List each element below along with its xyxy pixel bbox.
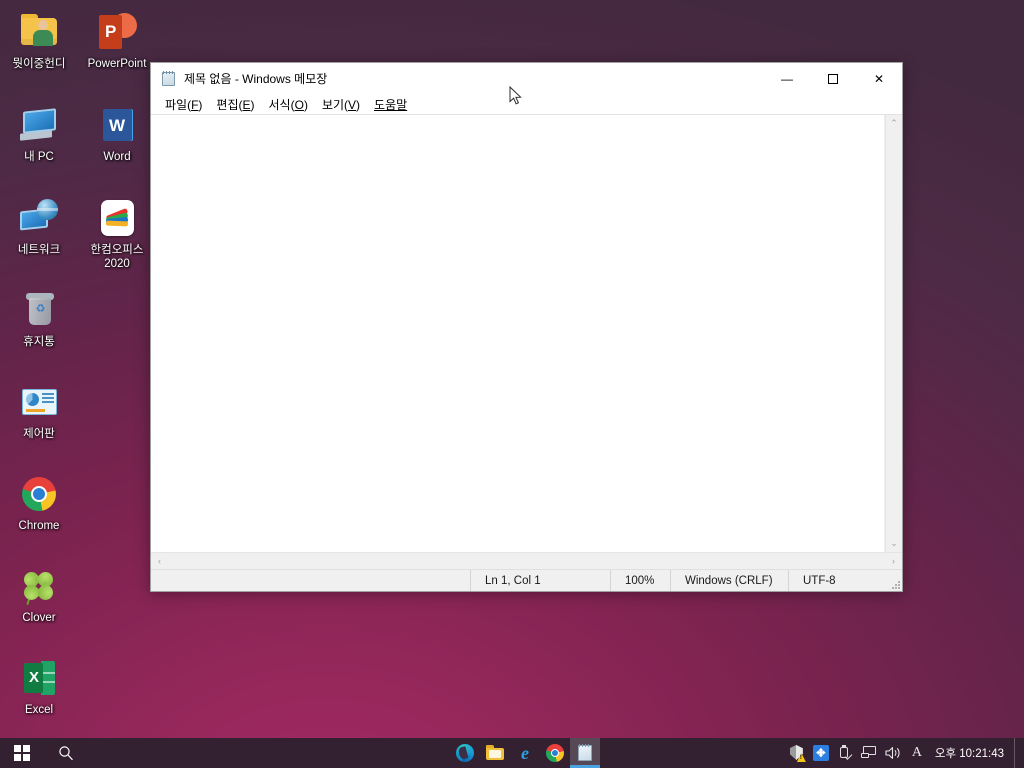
notepad-titlebar[interactable]: 제목 없음 - Windows 메모장 — ✕ <box>151 63 902 94</box>
arrow-pointer-icon <box>509 86 523 106</box>
status-encoding: UTF-8 <box>788 570 888 591</box>
minimize-button[interactable]: — <box>764 63 810 94</box>
control-panel-icon <box>17 380 61 424</box>
taskbar-app-edge[interactable] <box>450 738 480 768</box>
desktop-icon-label: 한컴오피스 2020 <box>78 243 156 271</box>
desktop-icon-label: 뭣이중헌디 <box>0 57 78 71</box>
tray-network-button[interactable] <box>857 738 881 768</box>
desktop-icon-label: 휴지통 <box>0 335 78 349</box>
notepad-statusbar: Ln 1, Col 1 100% Windows (CRLF) UTF-8 <box>151 569 902 591</box>
desktop-icon-recycle-bin[interactable]: 휴지통 <box>0 282 78 353</box>
resize-grip[interactable] <box>888 570 902 591</box>
taskbar[interactable]: e ✥ <box>0 738 1024 768</box>
notepad-icon <box>576 744 594 762</box>
desktop-icon-my-pc[interactable]: 내 PC <box>0 97 78 168</box>
notepad-menubar[interactable]: 파일(F) 편집(E) 서식(O) 보기(V) 도움말 <box>151 94 902 115</box>
desktop-icon-label: Clover <box>0 611 78 625</box>
hancom-office-icon <box>95 196 139 240</box>
desktop-icon-chrome[interactable]: Chrome <box>0 466 78 537</box>
chrome-icon <box>17 472 61 516</box>
desktop-icon-column-left: 뭣이중헌디 내 PC 네트워크 휴지통 <box>0 4 78 768</box>
windows-logo-icon <box>14 745 30 761</box>
usb-eject-icon <box>837 746 852 761</box>
status-line-ending: Windows (CRLF) <box>670 570 788 591</box>
taskbar-app-notepad[interactable] <box>570 738 600 768</box>
chrome-icon <box>546 744 564 762</box>
status-zoom-level: 100% <box>610 570 670 591</box>
mouse-cursor <box>509 86 523 106</box>
desktop-icon-powerpoint[interactable]: PowerPoint <box>78 4 156 75</box>
system-tray: ✥ A 오후 10 <box>785 738 1024 768</box>
taskbar-search-button[interactable] <box>44 738 88 768</box>
notepad-icon <box>161 71 177 87</box>
desktop-icon-label: Chrome <box>0 519 78 533</box>
window-controls: — ✕ <box>764 63 902 94</box>
status-cursor-position: Ln 1, Col 1 <box>470 570 610 591</box>
scroll-up-arrow-icon[interactable]: ⌃ <box>886 115 903 132</box>
desktop-icon-label: 내 PC <box>0 150 78 164</box>
tray-security-button[interactable] <box>785 738 809 768</box>
menu-view[interactable]: 보기(V) <box>315 95 367 114</box>
tray-bluetooth-button[interactable]: ✥ <box>809 738 833 768</box>
tray-volume-button[interactable] <box>881 738 905 768</box>
ime-indicator-icon: A <box>912 746 922 760</box>
maximize-icon <box>828 74 838 84</box>
desktop-icon-control-panel[interactable]: 제어판 <box>0 374 78 445</box>
start-button[interactable] <box>0 738 44 768</box>
scroll-left-arrow-icon[interactable]: ‹ <box>151 553 168 570</box>
desktop-icon-label: Excel <box>0 703 78 717</box>
edge-icon <box>456 744 474 762</box>
vertical-scrollbar[interactable]: ⌃ ⌄ <box>885 115 902 552</box>
volume-icon <box>885 746 901 760</box>
security-shield-icon <box>789 745 805 761</box>
taskbar-app-file-explorer[interactable] <box>480 738 510 768</box>
notepad-editor-area: ⌃ ⌄ <box>151 115 902 552</box>
desktop-icon-label: 네트워크 <box>0 243 78 257</box>
tray-usb-eject-button[interactable] <box>833 738 857 768</box>
desktop[interactable]: 뭣이중헌디 내 PC 네트워크 휴지통 <box>0 0 1024 768</box>
desktop-icon-hancom-office[interactable]: 한컴오피스 2020 <box>78 190 156 275</box>
my-pc-icon <box>17 103 61 147</box>
desktop-icon-label: 제어판 <box>0 427 78 441</box>
excel-icon <box>17 656 61 700</box>
scroll-right-arrow-icon[interactable]: › <box>885 553 902 570</box>
folder-user-icon <box>17 10 61 54</box>
desktop-icon-column-right: PowerPoint Word 한컴오피스 2020 <box>78 4 156 275</box>
search-icon <box>58 745 74 761</box>
window-title: 제목 없음 - Windows 메모장 <box>184 70 764 87</box>
horizontal-scrollbar[interactable]: ‹ › <box>151 552 902 569</box>
statusbar-spacer <box>151 570 470 591</box>
tray-ime-button[interactable]: A <box>905 738 929 768</box>
close-button[interactable]: ✕ <box>856 63 902 94</box>
recycle-bin-icon <box>17 288 61 332</box>
network-icon <box>861 746 877 760</box>
word-icon <box>95 103 139 147</box>
desktop-icon-clover[interactable]: Clover <box>0 558 78 629</box>
powerpoint-icon <box>95 10 139 54</box>
desktop-icon-word[interactable]: Word <box>78 97 156 168</box>
desktop-icon-label: Word <box>78 150 156 164</box>
clover-icon <box>17 564 61 608</box>
desktop-icon-folder-user[interactable]: 뭣이중헌디 <box>0 4 78 75</box>
file-explorer-icon <box>486 744 504 762</box>
menu-file[interactable]: 파일(F) <box>158 95 209 114</box>
menu-help[interactable]: 도움말 <box>367 95 414 114</box>
desktop-icon-label: PowerPoint <box>78 57 156 71</box>
taskbar-app-buttons: e <box>450 738 600 768</box>
maximize-button[interactable] <box>810 63 856 94</box>
taskbar-clock[interactable]: 오후 10:21:43 <box>929 738 1014 768</box>
taskbar-app-chrome[interactable] <box>540 738 570 768</box>
desktop-icon-excel[interactable]: Excel <box>0 650 78 721</box>
internet-explorer-icon: e <box>516 744 534 762</box>
scroll-down-arrow-icon[interactable]: ⌄ <box>886 535 903 552</box>
menu-edit[interactable]: 편집(E) <box>209 95 261 114</box>
show-desktop-button[interactable] <box>1014 738 1020 768</box>
network-icon <box>17 196 61 240</box>
taskbar-app-internet-explorer[interactable]: e <box>510 738 540 768</box>
desktop-icon-network[interactable]: 네트워크 <box>0 190 78 261</box>
notepad-window[interactable]: 제목 없음 - Windows 메모장 — ✕ 파일(F) 편집(E) 서식(O… <box>150 62 903 592</box>
menu-format[interactable]: 서식(O) <box>262 95 315 114</box>
bluetooth-icon: ✥ <box>813 745 829 761</box>
notepad-text-area[interactable] <box>151 115 885 552</box>
